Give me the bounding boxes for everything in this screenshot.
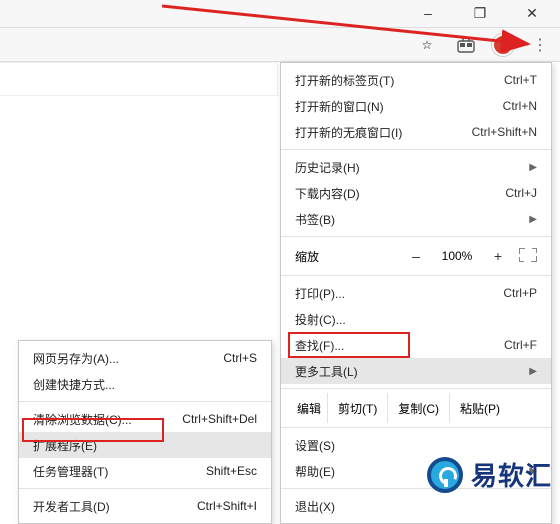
submenu-save-as[interactable]: 网页另存为(A)... Ctrl+S <box>19 345 271 371</box>
browser-toolbar: ☆ ⋮ <box>0 28 560 62</box>
menu-separator <box>281 236 551 237</box>
submenu-devtools[interactable]: 开发者工具(D) Ctrl+Shift+I <box>19 493 271 519</box>
minimize-button[interactable]: – <box>408 2 448 24</box>
menu-cast[interactable]: 投射(C)... <box>281 306 551 332</box>
fullscreen-icon[interactable] <box>519 248 537 265</box>
menu-settings[interactable]: 设置(S) <box>281 432 551 458</box>
extension-icon[interactable] <box>454 33 478 57</box>
edit-label: 编辑 <box>291 400 327 417</box>
submenu-clear-data[interactable]: 清除浏览数据(C)... Ctrl+Shift+Del <box>19 406 271 432</box>
zoom-value: 100% <box>437 249 477 263</box>
profile-avatar[interactable] <box>492 34 514 56</box>
chevron-right-icon: ▶ <box>529 366 537 377</box>
submenu-task-manager[interactable]: 任务管理器(T) Shift+Esc <box>19 458 271 484</box>
menu-bookmarks[interactable]: 书签(B) ▶ <box>281 206 551 232</box>
submenu-extensions[interactable]: 扩展程序(E) <box>19 432 271 458</box>
edit-cut-button[interactable]: 剪切(T) <box>327 393 387 423</box>
menu-edit-row: 编辑 剪切(T) 复制(C) 粘贴(P) <box>281 393 551 423</box>
close-button[interactable]: ✕ <box>512 2 552 24</box>
zoom-in-button[interactable]: + <box>487 248 509 264</box>
menu-downloads[interactable]: 下载内容(D) Ctrl+J <box>281 180 551 206</box>
chevron-right-icon: ▶ <box>529 162 537 173</box>
menu-new-window[interactable]: 打开新的窗口(N) Ctrl+N <box>281 93 551 119</box>
main-menu: 打开新的标签页(T) Ctrl+T 打开新的窗口(N) Ctrl+N 打开新的无… <box>280 62 552 524</box>
menu-separator <box>281 275 551 276</box>
maximize-button[interactable]: ❐ <box>460 2 500 24</box>
menu-exit[interactable]: 退出(X) <box>281 493 551 519</box>
menu-shortcut: Ctrl+T <box>504 73 537 87</box>
watermark: 易软汇 <box>427 456 552 493</box>
submenu-create-shortcut[interactable]: 创建快捷方式... <box>19 371 271 397</box>
edit-copy-button[interactable]: 复制(C) <box>387 393 449 423</box>
menu-new-tab[interactable]: 打开新的标签页(T) Ctrl+T <box>281 67 551 93</box>
edit-paste-button[interactable]: 粘贴(P) <box>449 393 510 423</box>
menu-separator <box>281 149 551 150</box>
menu-separator <box>281 427 551 428</box>
menu-find[interactable]: 查找(F)... Ctrl+F <box>281 332 551 358</box>
menu-zoom: 缩放 – 100% + <box>281 241 551 271</box>
more-tools-submenu: 网页另存为(A)... Ctrl+S 创建快捷方式... 清除浏览数据(C)..… <box>18 340 272 524</box>
menu-more-tools[interactable]: 更多工具(L) ▶ <box>281 358 551 384</box>
watermark-text: 易软汇 <box>471 456 552 493</box>
menu-separator <box>281 388 551 389</box>
menu-separator <box>19 488 271 489</box>
menu-history[interactable]: 历史记录(H) ▶ <box>281 154 551 180</box>
menu-separator <box>19 401 271 402</box>
watermark-icon <box>427 457 463 493</box>
menu-print[interactable]: 打印(P)... Ctrl+P <box>281 280 551 306</box>
menu-incognito[interactable]: 打开新的无痕窗口(I) Ctrl+Shift+N <box>281 119 551 145</box>
background-tab-outline <box>0 62 278 96</box>
zoom-label: 缩放 <box>295 248 319 265</box>
chevron-right-icon: ▶ <box>529 214 537 225</box>
window-titlebar: – ❐ ✕ <box>0 0 560 28</box>
kebab-menu-icon[interactable]: ⋮ <box>528 33 552 57</box>
bookmark-star-icon[interactable]: ☆ <box>414 32 440 58</box>
menu-label: 打开新的标签页(T) <box>295 72 394 89</box>
zoom-out-button[interactable]: – <box>405 248 427 264</box>
